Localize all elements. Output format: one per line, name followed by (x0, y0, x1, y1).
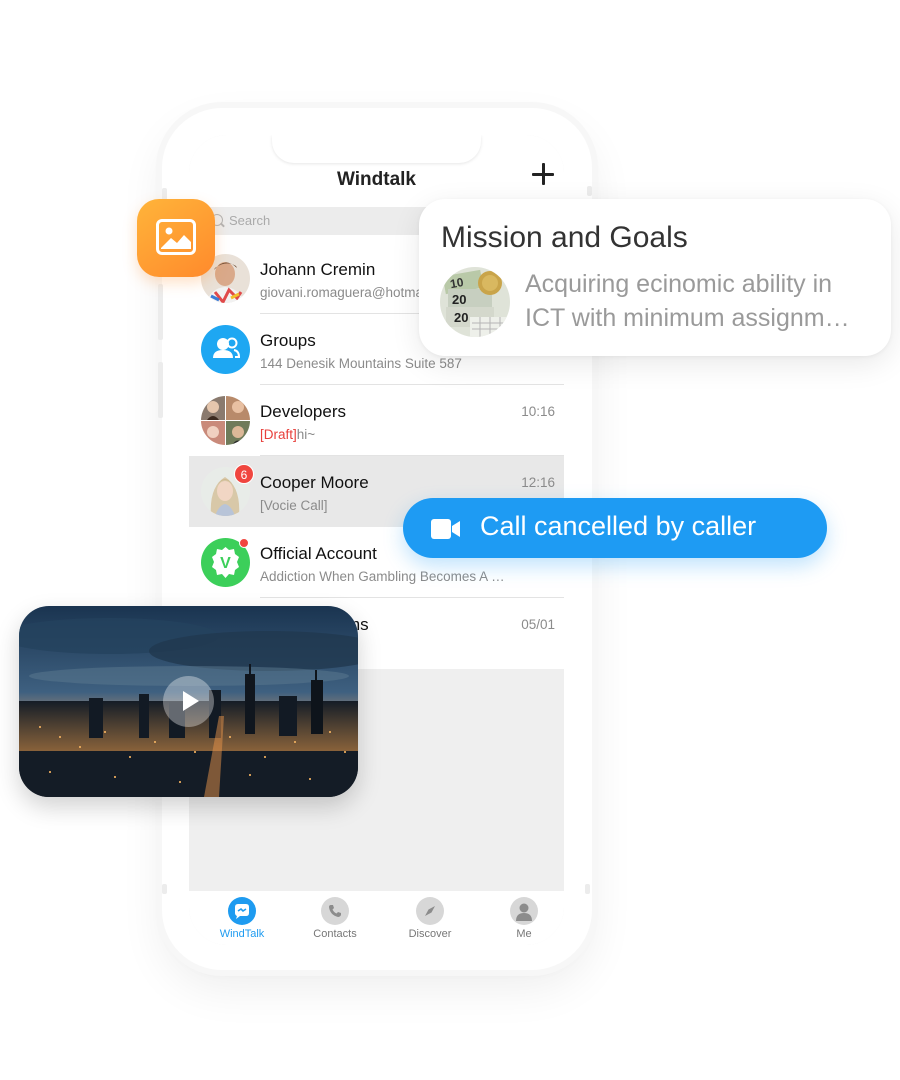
unread-badge: 6 (234, 464, 254, 484)
chat-name: Groups (260, 331, 316, 350)
developers-group-avatar (201, 396, 250, 445)
chat-subtitle: Addiction When Gambling Becomes A … (260, 569, 505, 584)
compass-icon (416, 897, 444, 925)
phone-bottom-left-button (162, 884, 167, 894)
tab-contacts[interactable]: Contacts (300, 897, 370, 940)
chat-bubble-icon (228, 897, 256, 925)
mission-title: Mission and Goals (441, 221, 688, 254)
tab-windtalk[interactable]: WindTalk (207, 897, 277, 940)
chat-time: 12:16 (521, 475, 555, 490)
play-button[interactable] (163, 676, 214, 727)
svg-text:20: 20 (454, 310, 468, 325)
tab-label: Discover (408, 928, 452, 940)
tab-label: Contacts (313, 928, 357, 940)
image-icon (156, 219, 196, 255)
chat-name: Cooper Moore (260, 473, 369, 492)
chat-time: 05/01 (521, 617, 555, 632)
search-placeholder: Search (229, 213, 271, 228)
video-card[interactable] (19, 606, 358, 797)
phone-icon (321, 897, 349, 925)
draft-text: hi~ (296, 427, 316, 442)
phone-volume-down-button (158, 362, 163, 418)
svg-text:V: V (220, 555, 231, 572)
tab-me[interactable]: Me (489, 897, 559, 940)
call-toast-text: Call cancelled by caller (480, 511, 757, 541)
chat-subtitle: [Vocie Call] (260, 498, 328, 513)
tab-label: WindTalk (219, 928, 265, 940)
chat-subtitle: 144 Denesik Mountains Suite 587 (260, 356, 462, 371)
chat-name: Developers (260, 402, 346, 421)
chat-name: Official Account (260, 544, 377, 563)
video-camera-icon (431, 519, 460, 539)
mission-line-2: ICT with minimum assignm… (525, 304, 850, 332)
tab-label: Me (516, 928, 532, 940)
phone-power-button (587, 186, 592, 196)
app-title: Windtalk (337, 169, 416, 190)
chat-subtitle: [Draft]hi~ (260, 427, 315, 442)
add-button[interactable] (530, 161, 556, 187)
chat-row-developers[interactable]: Developers [Draft]hi~ 10:16 (189, 385, 564, 456)
groups-avatar (201, 325, 250, 374)
person-icon (510, 897, 538, 925)
chat-time: 10:16 (521, 404, 555, 419)
phone-volume-up-button (158, 284, 163, 340)
gallery-button[interactable] (137, 199, 215, 277)
tab-discover[interactable]: Discover (395, 897, 465, 940)
draft-label: [Draft] (260, 427, 297, 442)
tab-bar: WindTalk Contacts Discover Me (189, 891, 564, 945)
money-thumbnail: 10 20 20 (440, 267, 510, 337)
mission-card[interactable]: Mission and Goals 10 20 20 Acquiring eci… (419, 199, 891, 356)
group-people-icon (213, 337, 241, 358)
phone-notch (272, 135, 481, 163)
call-cancelled-toast[interactable]: Call cancelled by caller (403, 498, 827, 558)
notification-dot (239, 538, 249, 548)
phone-bottom-right-button (585, 884, 590, 894)
svg-text:20: 20 (452, 292, 466, 307)
chat-name: Johann Cremin (260, 260, 376, 279)
mission-description: Acquiring ecinomic ability in ICT with m… (525, 267, 870, 335)
svg-text:10: 10 (449, 275, 465, 291)
stage: Windtalk Search Johann Cremin giovani.ro… (0, 0, 900, 1080)
mission-line-1: Acquiring ecinomic ability in (525, 270, 833, 298)
